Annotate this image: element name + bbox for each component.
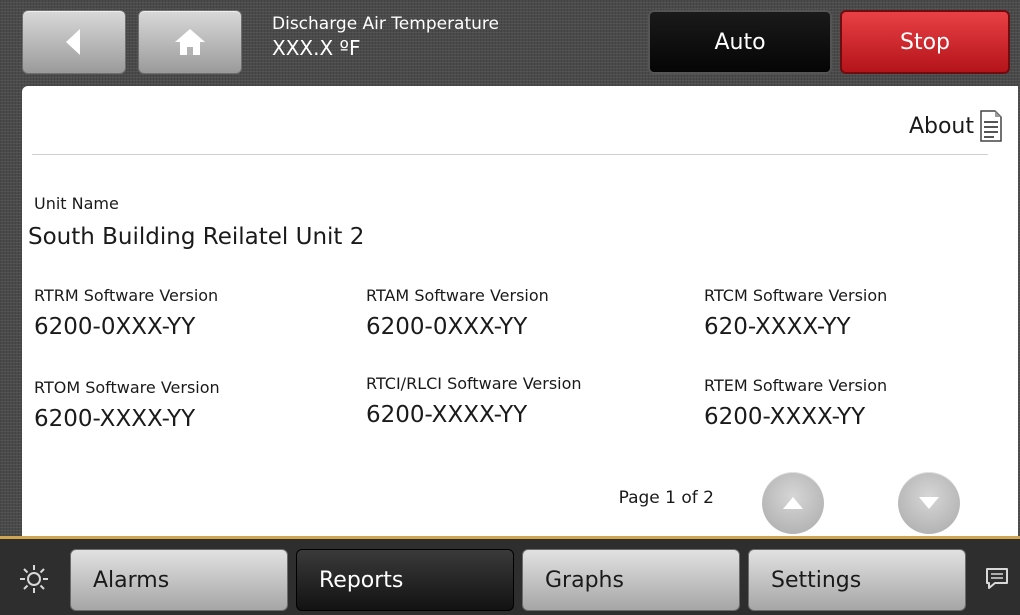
brightness-icon[interactable] [19, 564, 49, 594]
up-arrow-icon [783, 497, 803, 509]
back-button[interactable] [22, 10, 126, 74]
rtrm-version-label: RTRM Software Version [34, 286, 219, 305]
document-icon [980, 110, 1002, 142]
rtcm-version-label: RTCM Software Version [704, 286, 888, 305]
rtom-version-value: 6200-XXXX-YY [34, 406, 196, 432]
status-readout: Discharge Air Temperature XXX.X ºF [272, 14, 499, 60]
rtem-version-value: 6200-XXXX-YY [704, 404, 866, 430]
tab-graphs-label: Graphs [545, 567, 624, 593]
stop-button[interactable]: Stop [840, 10, 1010, 74]
bottom-nav: Alarms Reports Graphs Settings [0, 536, 1020, 615]
tab-alarms-label: Alarms [93, 567, 170, 593]
auto-button[interactable]: Auto [648, 10, 832, 74]
page-indicator: Page 1 of 2 [618, 488, 714, 508]
auto-button-label: Auto [714, 29, 766, 55]
rtcm-version-value: 620-XXXX-YY [704, 314, 851, 340]
home-button[interactable] [138, 10, 242, 74]
title-divider [32, 154, 988, 155]
rtrm-version-value: 6200-0XXX-YY [34, 314, 196, 340]
rtem-version-label: RTEM Software Version [704, 376, 888, 395]
page-up-button[interactable] [762, 472, 824, 534]
stop-button-label: Stop [899, 29, 950, 55]
tab-settings[interactable]: Settings [748, 549, 966, 611]
about-panel: About Unit Name South Building Reilatel … [22, 86, 1018, 536]
page-down-button[interactable] [898, 472, 960, 534]
rtci-version-value: 6200-XXXX-YY [366, 402, 528, 428]
back-arrow-icon [66, 29, 80, 55]
tab-reports[interactable]: Reports [296, 549, 514, 611]
readout-title: Discharge Air Temperature [272, 14, 499, 34]
page-title: About [908, 114, 974, 139]
tab-graphs[interactable]: Graphs [522, 549, 740, 611]
rtom-version-label: RTOM Software Version [34, 378, 220, 397]
tab-settings-label: Settings [771, 567, 862, 593]
unit-name-value: South Building Reilatel Unit 2 [28, 224, 365, 250]
rtci-version-label: RTCI/RLCI Software Version [366, 374, 582, 393]
chat-icon[interactable] [984, 566, 1010, 592]
unit-name-label: Unit Name [34, 194, 119, 213]
readout-value: XXX.X ºF [272, 36, 361, 60]
down-arrow-icon [919, 497, 939, 509]
home-icon [175, 29, 205, 55]
tab-reports-label: Reports [319, 567, 404, 593]
rtam-version-value: 6200-0XXX-YY [366, 314, 528, 340]
rtam-version-label: RTAM Software Version [366, 286, 549, 305]
tab-alarms[interactable]: Alarms [70, 549, 288, 611]
